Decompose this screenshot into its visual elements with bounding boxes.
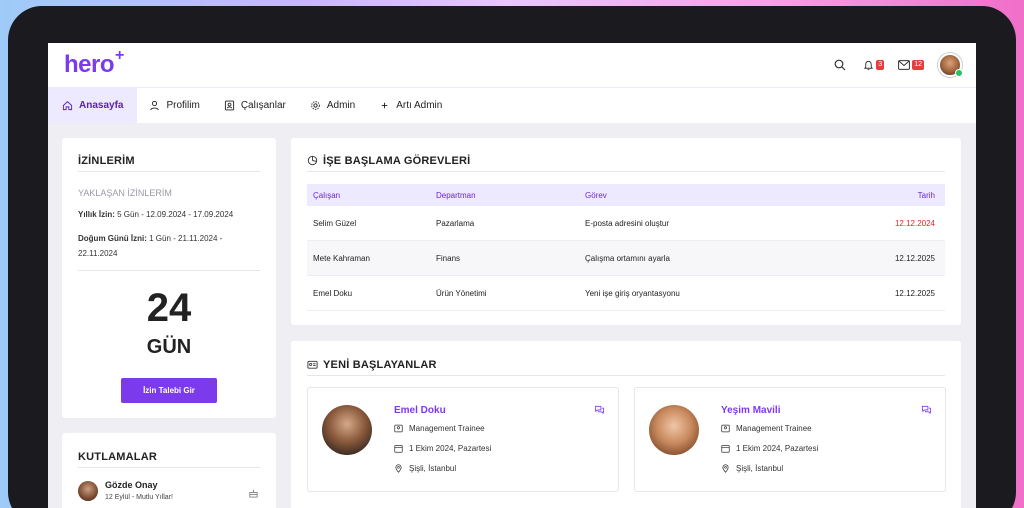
bell-icon <box>864 60 874 70</box>
top-bar: hero + 3 12 <box>48 43 976 87</box>
nav-item-anasayfa[interactable]: Anasayfa <box>48 88 138 123</box>
pie-chart-icon <box>307 155 318 166</box>
employee-start-date: 1 Ekim 2024, Pazartesi <box>721 444 818 453</box>
onboarding-tasks-card: İŞE BAŞLAMA GÖREVLERİ Çalışan Departman … <box>291 138 961 325</box>
nav-item-admin[interactable]: Admin <box>298 88 367 123</box>
employee-name[interactable]: Yeşim Mavili <box>721 405 780 416</box>
calendar-icon <box>394 445 403 453</box>
cell-date: 12.12.2025 <box>894 288 935 298</box>
chat-icon[interactable] <box>921 404 932 415</box>
employee-avatar <box>322 405 372 455</box>
gear-icon <box>311 101 320 110</box>
table-header: Çalışan Departman Görev Tarih <box>307 184 945 206</box>
leave-days-unit: GÜN <box>146 336 192 358</box>
column-header: Görev <box>585 190 607 200</box>
notifications-button[interactable]: 3 <box>863 60 885 71</box>
table-row[interactable]: Emel Doku Ürün Yönetimi Yeni işe giriş o… <box>307 276 945 311</box>
chat-icon[interactable] <box>594 404 605 415</box>
nav-item-arti-admin[interactable]: Artı Admin <box>367 88 454 123</box>
employee-role: Management Trainee <box>394 424 485 433</box>
nav-label: Artı Admin <box>396 100 443 111</box>
birthday-leave: Doğum Günü İzni: 1 Gün - 21.11.2024 - 22… <box>78 234 223 258</box>
employee-start-date: 1 Ekim 2024, Pazartesi <box>394 444 491 453</box>
new-hire-card[interactable]: Emel Doku Management Trainee 1 Ekim 2024… <box>307 387 619 492</box>
cell-department: Finans <box>436 253 461 263</box>
messages-button[interactable]: 12 <box>898 60 924 70</box>
message-count-badge: 12 <box>912 60 924 70</box>
table-row[interactable]: Selim Güzel Pazarlama E-posta adresini o… <box>307 206 945 241</box>
celebration-text: 12 Eylül - Mutlu Yıllar! <box>105 494 173 501</box>
column-header: Tarih <box>917 190 935 200</box>
nav-label: Admin <box>326 100 356 111</box>
main-nav: Anasayfa Profilim Çalışanlar Admin Artı … <box>48 87 976 123</box>
cell-employee: Mete Kahraman <box>313 253 370 263</box>
new-hires-title: YENİ BAŞLAYANLAR <box>323 359 437 371</box>
cell-department: Ürün Yönetimi <box>436 288 487 298</box>
new-hires-card: YENİ BAŞLAYANLAR Emel Doku Management Tr… <box>291 341 961 508</box>
celebrations-title: KUTLAMALAR <box>78 451 157 463</box>
location-pin-icon <box>395 464 402 473</box>
nav-item-profilim[interactable]: Profilim <box>137 88 211 123</box>
celebrations-card: KUTLAMALAR Gözde Onay 12 Eylül - Mutlu Y… <box>62 433 276 508</box>
cell-employee: Emel Doku <box>313 288 353 298</box>
notification-count-badge: 3 <box>876 60 885 70</box>
cell-employee: Selim Güzel <box>313 218 357 228</box>
id-card-icon <box>721 424 730 433</box>
cell-task: Çalışma ortamını ayarla <box>585 253 670 263</box>
annual-leave: Yıllık İzin: 5 Gün - 12.09.2024 - 17.09.… <box>78 210 234 219</box>
cell-date: 12.12.2025 <box>894 253 935 263</box>
cell-date-overdue: 12.12.2024 <box>894 218 935 228</box>
employee-name[interactable]: Emel Doku <box>394 405 446 416</box>
celebration-name: Gözde Onay <box>105 480 158 490</box>
online-status-dot <box>955 69 963 77</box>
nav-label: Çalışanlar <box>240 100 286 111</box>
employee-avatar <box>649 405 699 455</box>
home-icon <box>62 101 73 111</box>
cell-task: E-posta adresini oluştur <box>585 218 670 228</box>
table-row[interactable]: Mete Kahraman Finans Çalışma ortamını ay… <box>307 241 945 276</box>
id-badge-icon <box>307 360 318 369</box>
id-card-icon <box>224 100 234 111</box>
column-header: Çalışan <box>313 190 341 200</box>
new-hire-card[interactable]: Yeşim Mavili Management Trainee 1 Ekim 2… <box>634 387 946 492</box>
location-pin-icon <box>722 464 729 473</box>
tasks-title: İŞE BAŞLAMA GÖREVLERİ <box>323 155 471 167</box>
user-icon <box>150 100 160 111</box>
id-card-icon <box>394 424 403 433</box>
nav-item-calisanlar[interactable]: Çalışanlar <box>212 88 298 123</box>
upcoming-leaves-title: YAKLAŞAN İZİNLERİM <box>78 188 172 198</box>
employee-location: Şişli, İstanbul <box>394 464 456 473</box>
search-icon[interactable] <box>831 56 849 74</box>
app-screen: hero + 3 12 Anasayfa Profilim Çalışanlar… <box>48 43 976 508</box>
cell-department: Pazarlama <box>436 218 475 228</box>
leave-card: İZİNLERİM YAKLAŞAN İZİNLERİM Yıllık İzin… <box>62 138 276 418</box>
app-logo[interactable]: hero + <box>64 47 124 79</box>
cake-icon[interactable] <box>248 487 259 498</box>
leave-request-button[interactable]: İzin Talebi Gir <box>121 378 217 403</box>
calendar-icon <box>721 445 730 453</box>
nav-label: Anasayfa <box>79 100 124 111</box>
plus-icon <box>381 102 388 109</box>
nav-label: Profilim <box>166 100 200 111</box>
employee-location: Şişli, İstanbul <box>721 464 783 473</box>
leave-days-count: 24 <box>146 286 192 330</box>
leave-title: İZİNLERİM <box>78 155 135 167</box>
user-avatar[interactable] <box>938 53 963 77</box>
column-header: Departman <box>436 190 476 200</box>
employee-role: Management Trainee <box>721 424 812 433</box>
celebration-avatar <box>78 481 98 501</box>
cell-task: Yeni işe giriş oryantasyonu <box>585 288 680 298</box>
mail-icon <box>898 60 911 70</box>
